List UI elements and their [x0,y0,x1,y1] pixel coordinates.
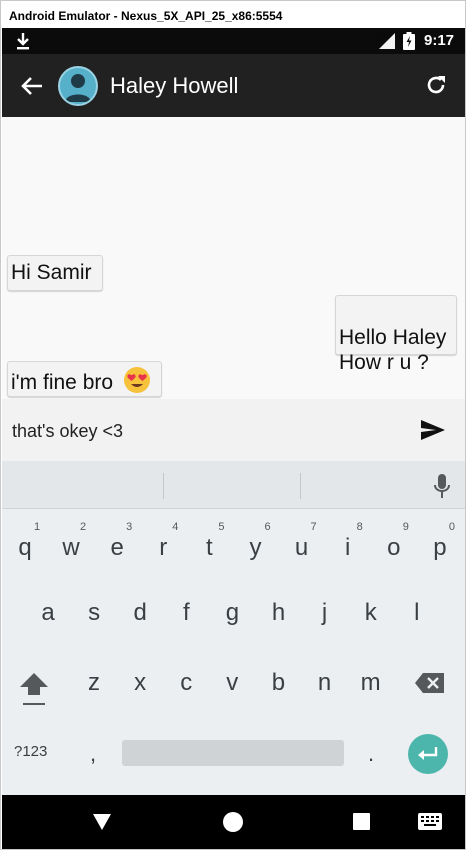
message-text: Hello Haley How r u ? [339,326,447,375]
send-button[interactable] [418,417,448,443]
message-bubble-received[interactable]: i'm fine bro [7,361,162,397]
key-label: w [62,534,80,561]
comma-key[interactable]: , [90,741,96,767]
key-y[interactable]: 6y [236,521,276,573]
key-label: t [206,534,213,561]
key-q[interactable]: 1q [5,521,45,573]
key-w[interactable]: 2w [51,521,91,573]
backspace-key[interactable] [414,671,446,695]
key-label: o [387,534,401,561]
key-l[interactable]: l [397,588,437,638]
key-c[interactable]: c [166,658,206,708]
key-r[interactable]: 4r [143,521,183,573]
shift-key[interactable] [18,659,50,711]
key-label: u [294,534,309,561]
emulator-window: Android Emulator - Nexus_5X_API_25_x86:5… [0,0,466,850]
key-s[interactable]: s [74,588,114,638]
nav-back-icon[interactable] [92,813,112,831]
clock: 9:17 [424,32,455,49]
enter-key[interactable] [408,734,448,774]
message-text: i'm fine bro [11,371,114,394]
key-v[interactable]: v [212,658,252,708]
contact-name: Haley Howell [110,73,239,98]
key-p[interactable]: 0p [420,521,460,573]
key-b[interactable]: b [258,658,298,708]
arrow-left-icon [21,77,42,95]
download-icon [17,33,29,50]
key-label: q [18,534,32,561]
key-j[interactable]: j [305,588,345,638]
key-label: p [433,534,447,561]
key-o[interactable]: 9o [374,521,414,573]
battery-icon [403,32,415,50]
refresh-icon [427,76,445,94]
key-label: e [110,534,124,561]
message-bubble-received[interactable]: Hi Samir [7,255,103,291]
nav-home-icon[interactable] [223,812,243,832]
back-button[interactable] [16,70,48,102]
message-list[interactable]: Hi Samir Hello Haley How r u ? i'm fine … [2,117,465,399]
refresh-button[interactable] [421,70,451,100]
message-text: Hi Samir [11,261,92,284]
key-m[interactable]: m [351,658,391,708]
key-label: i [345,534,351,561]
app-bar: Haley Howell [2,54,465,117]
key-x[interactable]: x [120,658,160,708]
message-input[interactable] [12,419,392,443]
soft-keyboard: 1q2w3e4r5t6y7u8i9o0p asdfghjkl zxcvbnm ?… [2,461,465,795]
key-label: y [249,534,262,561]
key-n[interactable]: n [305,658,345,708]
key-a[interactable]: a [28,588,68,638]
key-z[interactable]: z [74,658,114,708]
key-e[interactable]: 3e [97,521,137,573]
keyboard-switch-icon[interactable] [418,813,442,830]
space-key[interactable] [122,740,344,766]
message-bubble-sent[interactable]: Hello Haley How r u ? [335,295,457,374]
key-k[interactable]: k [351,588,391,638]
key-d[interactable]: d [120,588,160,638]
composer [2,399,465,461]
heart-eyes-emoji-icon [123,367,150,393]
contact-avatar[interactable] [58,66,98,106]
suggestion-strip [2,461,465,509]
key-f[interactable]: f [166,588,206,638]
suggestion-divider [163,473,164,499]
person-icon [65,74,91,102]
window-title: Android Emulator - Nexus_5X_API_25_x86:5… [1,1,465,28]
nav-recents-icon[interactable] [353,813,370,830]
key-g[interactable]: g [212,588,252,638]
suggestion-divider [300,473,301,499]
network-type: 4G [378,32,389,41]
enter-icon [418,747,438,760]
key-i[interactable]: 8i [328,521,368,573]
key-label: r [159,534,168,561]
key-h[interactable]: h [259,588,299,638]
status-bar: 4G 9:17 [2,28,465,54]
key-u[interactable]: 7u [282,521,322,573]
navigation-bar [2,795,465,849]
microphone-icon[interactable] [432,473,452,499]
send-icon [421,420,445,440]
period-key[interactable]: . [368,741,374,767]
key-t[interactable]: 5t [189,521,229,573]
symbols-key[interactable]: ?123 [14,743,47,760]
